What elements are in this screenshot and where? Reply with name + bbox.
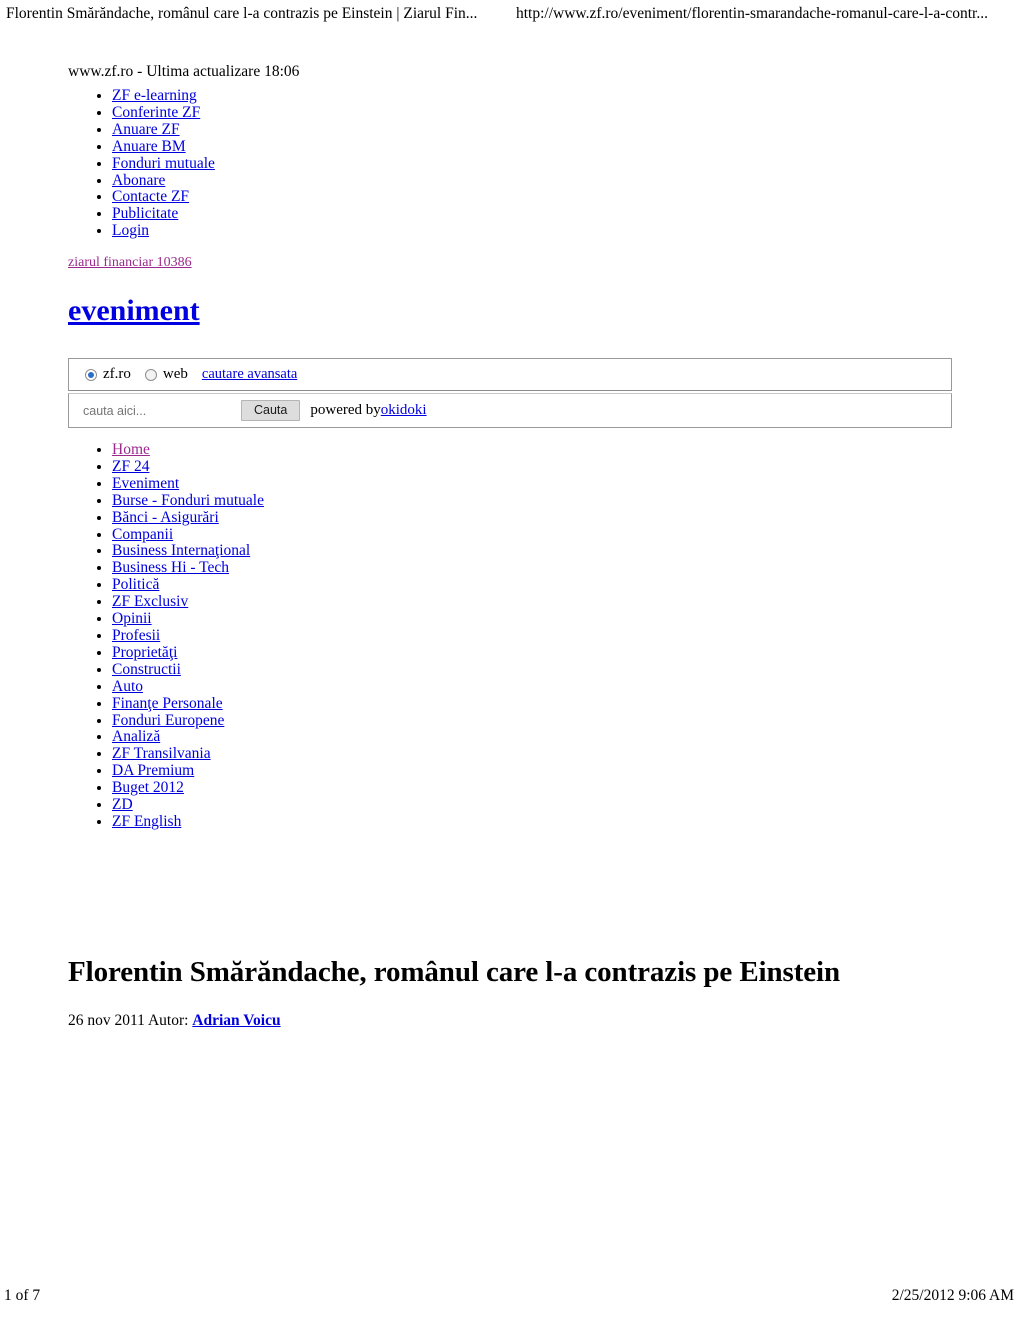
list-item: ZF e-learning <box>112 87 1020 105</box>
list-item: Finanţe Personale <box>112 695 264 713</box>
list-item: Fonduri mutuale <box>112 155 1020 173</box>
utility-nav-link-zf-e-learning[interactable]: ZF e-learning <box>112 87 197 104</box>
list-item: Anuare ZF <box>112 121 1020 139</box>
list-item: Profesii <box>112 627 264 645</box>
list-item: Constructii <box>112 661 264 679</box>
advanced-search-link[interactable]: cautare avansata <box>202 366 297 383</box>
main-nav-link-buget-2012[interactable]: Buget 2012 <box>112 779 184 796</box>
list-item: Business Hi - Tech <box>112 559 264 577</box>
list-item: Login <box>112 222 1020 240</box>
search-input-row: Cauta powered byokidoki <box>68 393 952 428</box>
main-nav-link-eveniment[interactable]: Eveniment <box>112 475 179 492</box>
list-item: DA Premium <box>112 762 264 780</box>
main-nav-link-analiza[interactable]: Analiză <box>112 728 160 745</box>
list-item: Analiză <box>112 728 264 746</box>
search-input[interactable] <box>83 403 215 418</box>
section-title-link[interactable]: eveniment <box>68 294 200 327</box>
main-nav-link-zf-english[interactable]: ZF English <box>112 813 181 830</box>
utility-nav-link-abonare[interactable]: Abonare <box>112 172 165 189</box>
print-footer-page-indicator: 1 of 7 <box>4 1287 41 1304</box>
powered-by-label: powered by <box>310 402 381 418</box>
main-nav-link-business-international[interactable]: Business Internaţional <box>112 542 250 559</box>
list-item: Publicitate <box>112 205 1020 223</box>
main-nav-link-proprietati[interactable]: Proprietăţi <box>112 644 177 661</box>
main-nav-link-da-premium[interactable]: DA Premium <box>112 762 194 779</box>
main-nav-link-zd[interactable]: ZD <box>112 796 133 813</box>
main-nav-link-companii[interactable]: Companii <box>112 526 173 543</box>
main-nav-link-business-hi-tech[interactable]: Business Hi - Tech <box>112 559 229 576</box>
main-nav-link-zf-exclusiv[interactable]: ZF Exclusiv <box>112 593 188 610</box>
article-header: Florentin Smărăndache, românul care l-a … <box>68 955 948 1031</box>
main-nav-link-home[interactable]: Home <box>112 441 150 458</box>
radio-scope-zf-ro[interactable] <box>85 368 97 381</box>
utility-nav-list: ZF e-learning Conferinte ZF Anuare ZF An… <box>0 87 1020 240</box>
print-footer: 1 of 7 2/25/2012 9:06 AM <box>0 1286 1020 1306</box>
print-header-url: http://www.zf.ro/eveniment/florentin-sma… <box>516 5 988 22</box>
list-item: Auto <box>112 678 264 696</box>
list-item: ZF Exclusiv <box>112 593 264 611</box>
utility-nav-link-anuare-bm[interactable]: Anuare BM <box>112 138 186 155</box>
section-title: eveniment <box>0 294 1020 328</box>
utility-nav-link-login[interactable]: Login <box>112 222 149 239</box>
radio-scope-zf-ro-label: zf.ro <box>103 366 131 382</box>
list-item: Opinii <box>112 610 264 628</box>
okidoki-link[interactable]: okidoki <box>381 402 427 418</box>
list-item: Politică <box>112 576 264 594</box>
list-item: ZF English <box>112 813 264 831</box>
list-item: Eveniment <box>112 475 264 493</box>
utility-nav-link-publicitate[interactable]: Publicitate <box>112 205 178 222</box>
utility-nav-link-contacte-zf[interactable]: Contacte ZF <box>112 188 189 205</box>
search-panel: zf.ro web cautare avansata Cauta powered… <box>68 358 952 428</box>
article-title: Florentin Smărăndache, românul care l-a … <box>68 956 841 988</box>
list-item: Burse - Fonduri mutuale <box>112 492 264 510</box>
list-item: Conferinte ZF <box>112 104 1020 122</box>
paper-edition-row: ziarul financiar 10386 <box>0 254 1020 272</box>
main-nav-link-zf-transilvania[interactable]: ZF Transilvania <box>112 745 211 762</box>
main-nav-list: Home ZF 24 Eveniment Burse - Fonduri mut… <box>0 441 264 831</box>
list-item: Bănci - Asigurări <box>112 509 264 527</box>
last-updated-text: www.zf.ro - Ultima actualizare 18:06 <box>68 63 300 80</box>
article-byline: 26 nov 2011 Autor: Adrian Voicu <box>68 1011 948 1031</box>
article-date-author-prefix: 26 nov 2011 Autor: <box>68 1012 189 1029</box>
powered-by-text: powered byokidoki <box>310 402 426 419</box>
main-nav-link-burse-fonduri-mutuale[interactable]: Burse - Fonduri mutuale <box>112 492 264 509</box>
main-nav-link-banci-asigurari[interactable]: Bănci - Asigurări <box>112 509 219 526</box>
list-item: Proprietăţi <box>112 644 264 662</box>
main-nav-link-zf-24[interactable]: ZF 24 <box>112 458 149 475</box>
list-item: Anuare BM <box>112 138 1020 156</box>
print-header: Florentin Smărăndache, românul care l-a … <box>0 4 1020 26</box>
main-nav-link-fonduri-europene[interactable]: Fonduri Europene <box>112 712 224 729</box>
list-item: Home <box>112 441 264 459</box>
search-scope-row: zf.ro web cautare avansata <box>68 358 952 391</box>
article-author-link[interactable]: Adrian Voicu <box>192 1012 280 1029</box>
main-nav-link-constructii[interactable]: Constructii <box>112 661 181 678</box>
utility-nav-link-anuare-zf[interactable]: Anuare ZF <box>112 121 180 138</box>
main-nav-link-auto[interactable]: Auto <box>112 678 143 695</box>
main-nav-link-politica[interactable]: Politică <box>112 576 159 593</box>
print-footer-timestamp: 2/25/2012 9:06 AM <box>891 1287 1014 1304</box>
list-item: Companii <box>112 526 264 544</box>
list-item: Abonare <box>112 172 1020 190</box>
list-item: Fonduri Europene <box>112 712 264 730</box>
main-nav-link-profesii[interactable]: Profesii <box>112 627 160 644</box>
list-item: ZF Transilvania <box>112 745 264 763</box>
radio-scope-web-label: web <box>162 366 188 382</box>
utility-nav-link-conferinte-zf[interactable]: Conferinte ZF <box>112 104 200 121</box>
main-nav-link-finante-personale[interactable]: Finanţe Personale <box>112 695 223 712</box>
list-item: ZF 24 <box>112 458 264 476</box>
page-content: www.zf.ro - Ultima actualizare 18:06 ZF … <box>0 62 1020 1029</box>
radio-scope-web[interactable] <box>144 368 157 381</box>
print-header-document-title: Florentin Smărăndache, românul care l-a … <box>6 5 478 22</box>
main-nav-link-opinii[interactable]: Opinii <box>112 610 152 627</box>
list-item: Buget 2012 <box>112 779 264 797</box>
utility-nav-link-fonduri-mutuale[interactable]: Fonduri mutuale <box>112 155 215 172</box>
list-item: Contacte ZF <box>112 188 1020 206</box>
list-item: ZD <box>112 796 264 814</box>
list-item: Business Internaţional <box>112 542 264 560</box>
paper-edition-link[interactable]: ziarul financiar 10386 <box>68 255 192 270</box>
search-submit-button[interactable]: Cauta <box>241 400 301 421</box>
